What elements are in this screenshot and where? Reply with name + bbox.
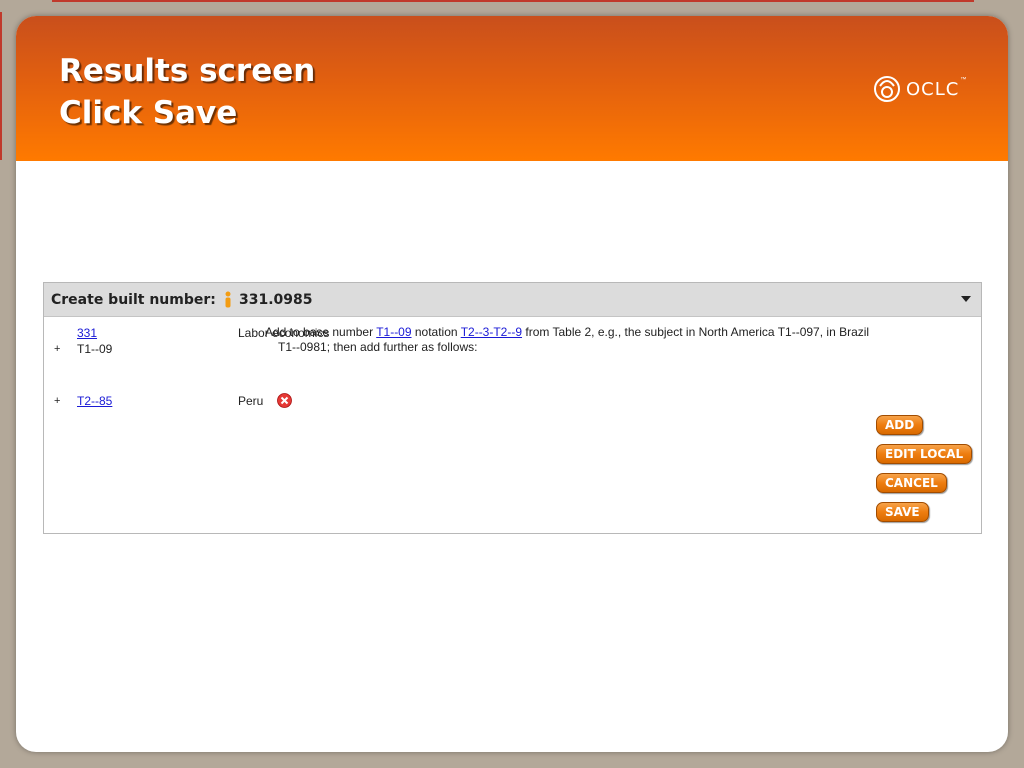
collapse-arrow-icon[interactable] (961, 296, 971, 302)
cancel-button[interactable]: CANCEL (876, 473, 947, 493)
top-accent-line (52, 0, 974, 2)
person-icon (225, 291, 231, 308)
row-prefix: + (54, 343, 61, 355)
number-t1-09: T1--09 (77, 342, 113, 356)
oclc-logo-trademark: ™ (960, 77, 967, 83)
number-link-t2-85[interactable]: T2--85 (77, 394, 112, 408)
slide-title-line2: Click Save (59, 95, 238, 131)
panel-header: Create built number: 331.0985 (44, 283, 981, 317)
note-text-1: Add to base number (265, 325, 377, 339)
left-accent-line (0, 12, 2, 160)
description-peru: Peru (238, 394, 264, 408)
oclc-logo: OCLC ™ (872, 74, 966, 104)
remove-icon[interactable] (277, 393, 292, 408)
oclc-logo-icon (874, 76, 900, 102)
slide-title-line1: Results screen (59, 53, 316, 89)
number-link-331[interactable]: 331 (77, 326, 97, 340)
note-text-2: notation (411, 325, 461, 339)
edit-local-button[interactable]: EDIT LOCAL (876, 444, 973, 464)
note-link-t1-09[interactable]: T1--09 (376, 325, 411, 339)
note-link-t2-range[interactable]: T2--3-T2--9 (461, 325, 522, 339)
add-button[interactable]: ADD (876, 415, 924, 435)
note-text-line2: T1--0981; then add further as follows: (278, 340, 478, 354)
row-prefix: + (54, 395, 61, 407)
built-number-panel: Create built number: 331.0985 331 Labor … (43, 282, 982, 534)
oclc-logo-text: OCLC (906, 78, 960, 100)
built-number-value: 331.0985 (239, 292, 313, 308)
slide-header: Results screen Click Save OCLC ™ (16, 16, 1008, 161)
slide-title: Results screen Click Save (59, 50, 315, 134)
create-built-number-label: Create built number: (51, 292, 216, 308)
add-instruction-note: Add to base number T1--09 notation T2--3… (265, 325, 965, 355)
slide: Results screen Click Save OCLC ™ Create … (16, 16, 1008, 752)
save-button[interactable]: SAVE (876, 502, 929, 522)
note-text-3: from Table 2, e.g., the subject in North… (522, 325, 870, 339)
